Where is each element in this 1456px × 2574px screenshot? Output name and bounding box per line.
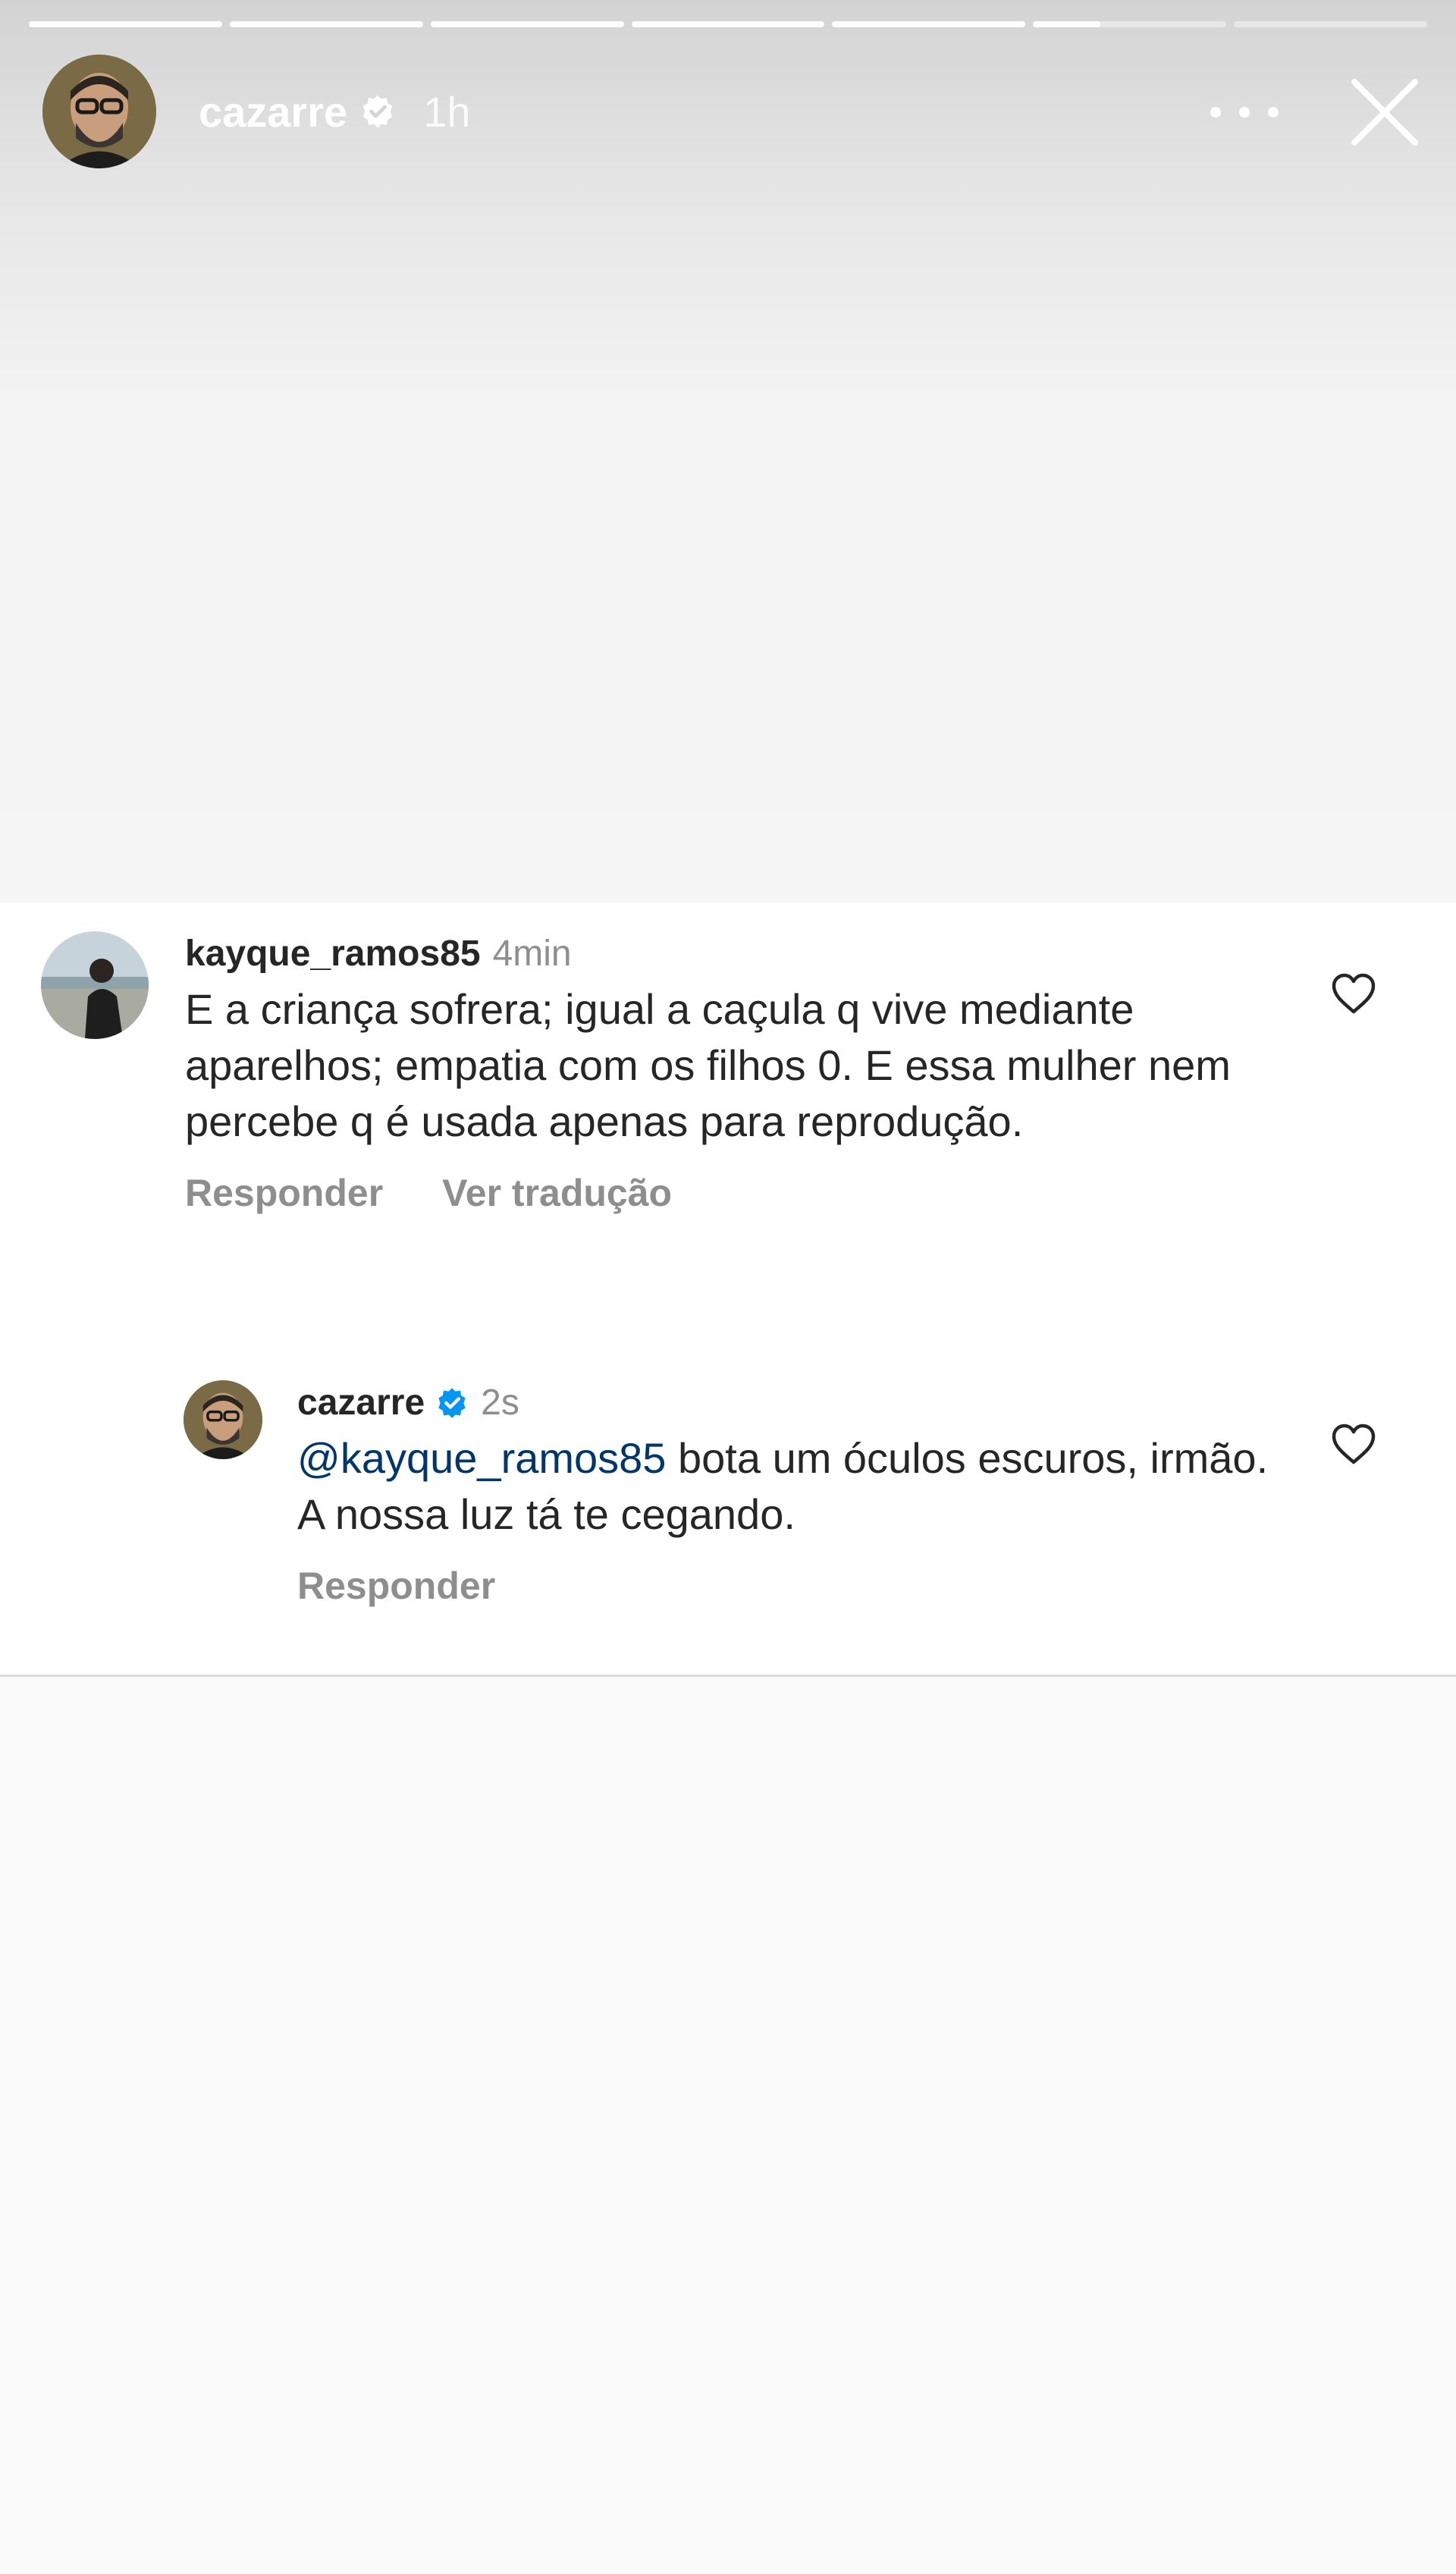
story-progress-segment [430, 21, 624, 27]
reply-button[interactable]: Responder [297, 1564, 495, 1608]
story-progress-segment [631, 21, 825, 27]
commenter-avatar[interactable] [41, 931, 149, 1039]
reply-avatar[interactable] [184, 1380, 262, 1459]
see-translation-button[interactable]: Ver tradução [442, 1171, 672, 1215]
reply-text: @kayque_ramos85 bota um óculos escuros, … [297, 1430, 1298, 1543]
story-username-label: cazarre [199, 87, 348, 136]
comment-username[interactable]: kayque_ramos85 [185, 931, 481, 977]
reply-comment: cazarre 2s @kayque_ramos85 bota um óculo… [184, 1380, 1321, 1608]
comment-text: E a criança sofrera; igual a caçula q vi… [185, 985, 1231, 1145]
story-page: cazarre 1h kayque_ramos85 4min E a crian… [0, 0, 1456, 2574]
close-icon[interactable] [1348, 76, 1421, 149]
verified-badge-icon [438, 1388, 466, 1418]
mention-link[interactable]: @kayque_ramos85 [297, 1434, 666, 1482]
comment-time: 4min [492, 934, 572, 974]
story-progress-segment [832, 21, 1026, 27]
story-progress-segment [29, 21, 222, 27]
story-header: cazarre 1h [42, 55, 470, 168]
story-username[interactable]: cazarre [199, 87, 396, 137]
reply-username[interactable]: cazarre [297, 1380, 425, 1426]
story-progress-segment [229, 21, 423, 27]
reply-time: 2s [481, 1383, 519, 1423]
like-heart-icon[interactable] [1330, 972, 1377, 1015]
verified-badge-icon [362, 95, 393, 128]
comment-thread: kayque_ramos85 4min E a criança sofrera;… [0, 902, 1456, 1677]
story-progress-bar [29, 21, 1428, 27]
comment: kayque_ramos85 4min E a criança sofrera;… [41, 931, 1345, 1215]
story-time: 1h [423, 87, 471, 136]
story-progress-segment [1033, 21, 1227, 27]
like-heart-icon[interactable] [1330, 1423, 1377, 1465]
story-progress-segment [1234, 21, 1428, 27]
reply-button[interactable]: Responder [185, 1171, 383, 1215]
more-options-icon[interactable] [1210, 97, 1279, 127]
story-avatar[interactable] [42, 55, 156, 168]
